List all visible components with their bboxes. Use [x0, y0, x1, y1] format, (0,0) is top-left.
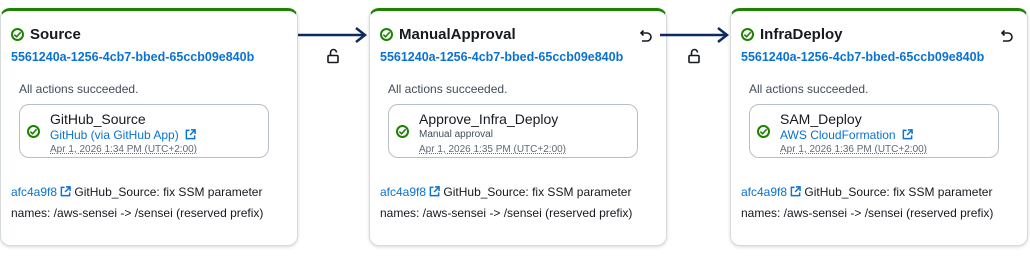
unlock-icon[interactable]	[327, 48, 341, 64]
source-revision: afc4a9f8 GitHub_Source: fix SSM paramete…	[11, 182, 291, 224]
external-link-icon	[902, 129, 913, 140]
stage-status: All actions succeeded.	[749, 82, 869, 96]
action-name: Approve_Infra_Deploy	[419, 111, 559, 127]
action-timestamp[interactable]: Apr 1, 2026 1:36 PM (UTC+2:00)	[780, 144, 927, 155]
check-circle-icon	[27, 125, 40, 138]
undo-icon[interactable]	[636, 28, 654, 46]
transition-arrow	[298, 27, 368, 43]
action-card-approve-infra-deploy: Approve_Infra_Deploy Manual approval Apr…	[388, 104, 638, 158]
execution-id-link[interactable]: 5561240a-1256-4cb7-bbed-65ccb09e840b	[11, 50, 254, 64]
external-link-icon	[185, 129, 196, 140]
action-timestamp[interactable]: Apr 1, 2026 1:34 PM (UTC+2:00)	[50, 144, 197, 155]
stage-status: All actions succeeded.	[388, 82, 508, 96]
stage-header: InfraDeploy	[741, 26, 843, 43]
commit-id-label: afc4a9f8	[741, 185, 788, 199]
action-card-github-source: GitHub_Source GitHub (via GitHub App) Ap…	[19, 104, 269, 158]
unlock-icon[interactable]	[688, 48, 702, 64]
execution-id-link[interactable]: 5561240a-1256-4cb7-bbed-65ccb09e840b	[380, 50, 623, 64]
transition-arrow	[660, 27, 730, 43]
stage-infra-deploy: InfraDeploy 5561240a-1256-4cb7-bbed-65cc…	[730, 8, 1028, 246]
action-card-sam-deploy: SAM_Deploy AWS CloudFormation Apr 1, 202…	[749, 104, 999, 158]
commit-id-label: afc4a9f8	[380, 185, 427, 199]
action-provider: Manual approval	[419, 129, 493, 140]
action-name: GitHub_Source	[50, 111, 146, 127]
action-provider-link[interactable]: AWS CloudFormation	[780, 128, 913, 142]
commit-id-label: afc4a9f8	[11, 185, 58, 199]
check-circle-icon	[380, 28, 393, 41]
commit-id-link[interactable]: afc4a9f8	[380, 185, 440, 199]
action-provider-link[interactable]: GitHub (via GitHub App)	[50, 128, 196, 142]
external-link-icon	[429, 186, 440, 197]
stage-title: InfraDeploy	[760, 26, 843, 43]
check-circle-icon	[757, 125, 770, 138]
check-circle-icon	[11, 28, 24, 41]
stage-status: All actions succeeded.	[19, 82, 139, 96]
action-timestamp[interactable]: Apr 1, 2026 1:35 PM (UTC+2:00)	[419, 144, 566, 155]
stage-source: Source 5561240a-1256-4cb7-bbed-65ccb09e8…	[0, 8, 298, 246]
commit-id-link[interactable]: afc4a9f8	[11, 185, 71, 199]
stage-header: Source	[11, 26, 81, 43]
action-name: SAM_Deploy	[780, 111, 862, 127]
stage-title: ManualApproval	[399, 26, 516, 43]
action-provider-label: AWS CloudFormation	[780, 128, 896, 142]
source-revision: afc4a9f8 GitHub_Source: fix SSM paramete…	[380, 182, 660, 224]
commit-id-link[interactable]: afc4a9f8	[741, 185, 801, 199]
stage-header: ManualApproval	[380, 26, 516, 43]
execution-id-link[interactable]: 5561240a-1256-4cb7-bbed-65ccb09e840b	[741, 50, 984, 64]
external-link-icon	[60, 186, 71, 197]
undo-icon[interactable]	[997, 28, 1015, 46]
source-revision: afc4a9f8 GitHub_Source: fix SSM paramete…	[741, 182, 1021, 224]
check-circle-icon	[741, 28, 754, 41]
stage-manual-approval: ManualApproval 5561240a-1256-4cb7-bbed-6…	[369, 8, 667, 246]
action-provider-label: GitHub (via GitHub App)	[50, 128, 179, 142]
stage-title: Source	[30, 26, 81, 43]
external-link-icon	[790, 186, 801, 197]
check-circle-icon	[396, 125, 409, 138]
